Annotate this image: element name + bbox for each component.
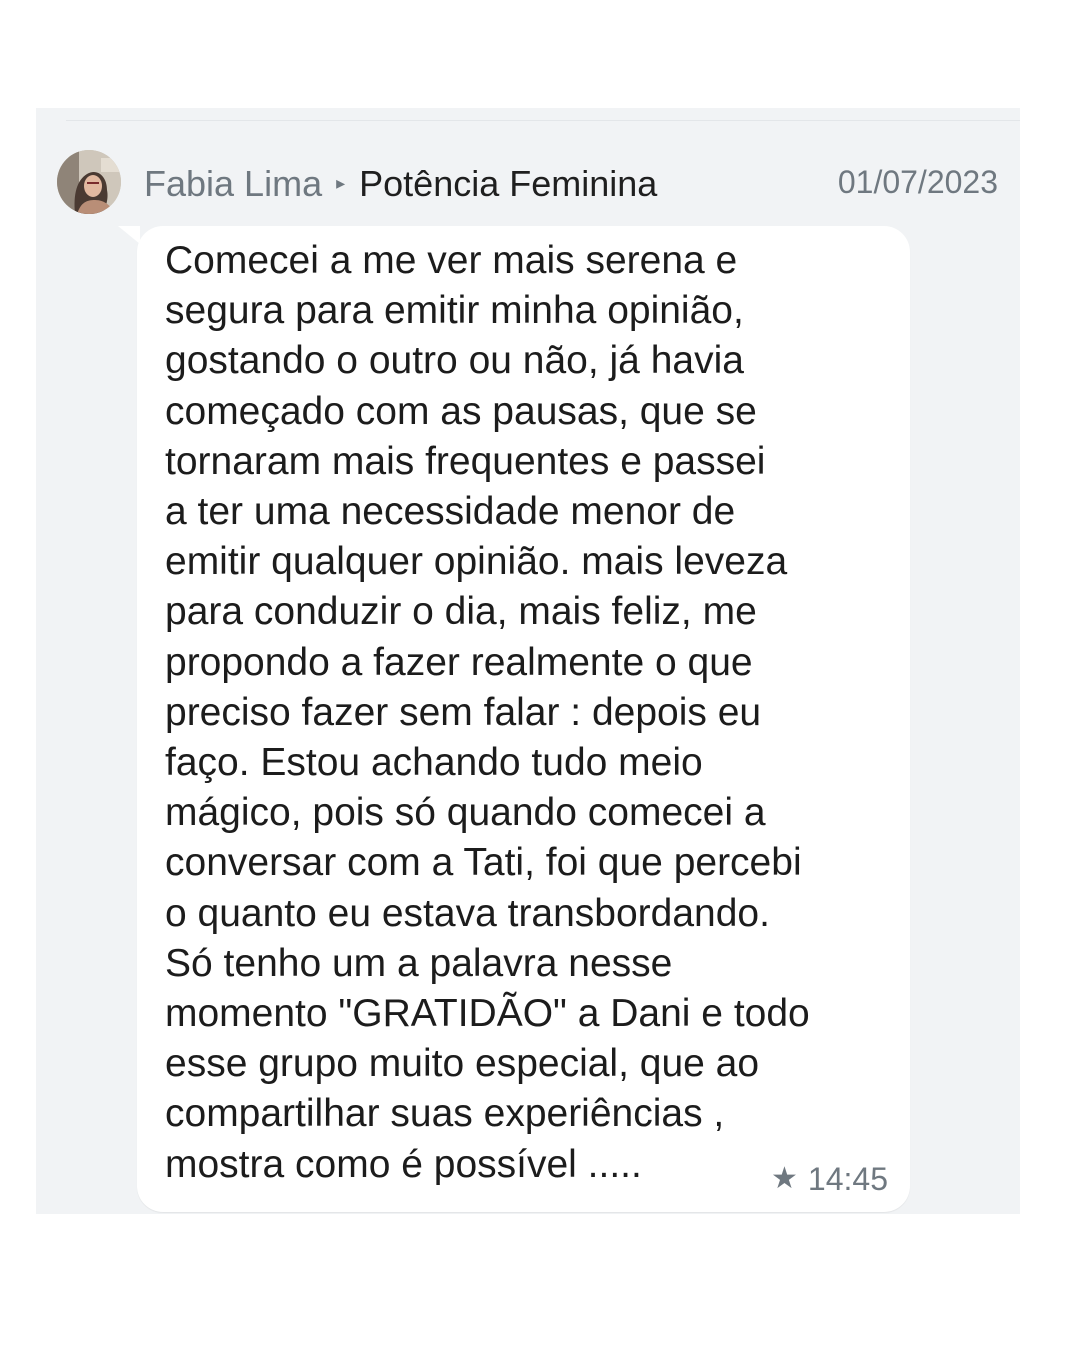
message-time: 14:45	[807, 1161, 888, 1197]
post-date: 01/07/2023	[837, 164, 998, 200]
group-name[interactable]: Potência Feminina	[359, 163, 657, 205]
post-header: Fabia Lima ▸ Potência Feminina	[144, 160, 657, 208]
panel-divider	[66, 120, 1020, 121]
triangle-right-icon: ▸	[336, 172, 346, 193]
star-icon: ★	[771, 1162, 798, 1195]
avatar[interactable]	[57, 150, 121, 214]
message-text: Comecei a me ver mais serena e segura pa…	[165, 239, 810, 1186]
sender-name[interactable]: Fabia Lima	[144, 163, 322, 205]
message-meta: ★ 14:45	[771, 1161, 888, 1198]
avatar-photo-icon	[57, 150, 121, 214]
bubble-tail	[118, 226, 140, 244]
message-bubble[interactable]: Comecei a me ver mais serena e segura pa…	[137, 226, 910, 1212]
message-panel: Fabia Lima ▸ Potência Feminina 01/07/202…	[36, 108, 1020, 1214]
